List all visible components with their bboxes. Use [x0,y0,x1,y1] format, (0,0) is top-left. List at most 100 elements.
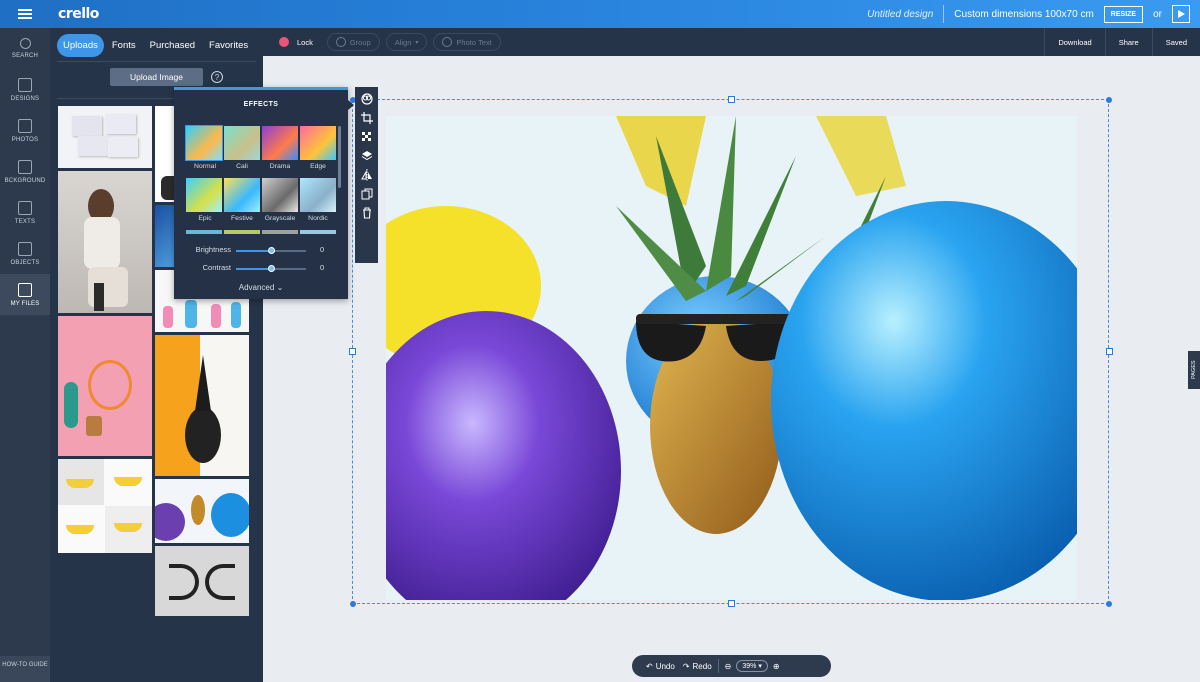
rail-item-texts[interactable]: TEXTS [0,192,50,233]
resize-handle-right[interactable] [1106,348,1113,355]
photo-text-button[interactable]: Photo Text [433,33,501,51]
panel-tabs: Uploads Fonts Purchased Favorites [50,28,263,62]
upload-thumbnail-dark-pineapple[interactable] [155,335,249,476]
rail-item-photos[interactable]: PHOTOS [0,110,50,151]
filter-nordic[interactable] [300,178,336,212]
photo-text-label: Photo Text [456,37,492,47]
undo-label: Undo [655,661,675,671]
resize-button[interactable]: RESIZE [1103,5,1144,23]
tab-favorites[interactable]: Favorites [203,34,254,57]
upload-thumbnail-cards[interactable] [58,106,152,168]
upload-thumbnail-bananas[interactable] [58,459,152,553]
chevron-down-icon: ⌄ [276,283,284,292]
filter-drama[interactable] [262,126,298,160]
resize-handle-top-right[interactable] [1106,97,1112,103]
share-button[interactable]: Share [1104,28,1152,56]
menu-icon[interactable] [0,0,50,28]
filter-more[interactable] [262,230,298,234]
element-tools [355,87,378,263]
tabs-divider [57,61,256,62]
zoom-select[interactable]: 39% ▾ [736,660,768,672]
crello-editor: crello Untitled design Custom dimensions… [0,0,1200,682]
contrast-slider[interactable] [236,265,306,272]
brightness-label: Brightness [195,245,231,254]
effects-popup: EFFECTS Normal Cali Drama Edge Epic Fest… [174,87,354,299]
app-logo[interactable]: crello [58,6,99,22]
pages-tab[interactable]: PAGES [1188,351,1200,389]
tab-uploads[interactable]: Uploads [57,33,104,57]
rail-label: MY FILES [10,300,40,307]
how-to-guide-button[interactable]: HOW-TO GUIDE [0,656,50,682]
zoom-out-icon[interactable]: ⊖ [725,662,732,671]
rail-item-designs[interactable]: DESIGNS [0,69,50,110]
redo-button[interactable]: ↷ Redo [683,662,712,671]
toolbar-right: Download Share Saved [1044,28,1200,56]
resize-handle-top[interactable] [728,96,735,103]
resize-handle-bottom[interactable] [728,600,735,607]
advanced-label: Advanced [238,283,275,292]
resize-handle-bottom-right[interactable] [1106,601,1112,607]
brightness-slider[interactable] [236,247,306,254]
effects-title: EFFECTS [243,101,279,108]
search-icon [19,38,31,49]
advanced-toggle[interactable]: Advanced ⌄ [174,283,348,292]
filter-more[interactable] [186,230,222,234]
group-button[interactable]: Group [326,33,380,51]
lock-label: Lock [297,37,313,47]
resize-handle-bottom-left[interactable] [350,601,356,607]
rail-item-my-files[interactable]: MY FILES [0,274,50,315]
rail-label: BCKGROUND [4,177,46,184]
divider [717,659,719,673]
upload-thumbnail-pink-room[interactable] [58,316,152,456]
filter-more[interactable] [300,230,336,234]
brightness-slider-knob[interactable] [268,247,275,254]
crop-icon[interactable] [360,112,373,124]
filter-more[interactable] [224,230,260,234]
help-icon[interactable]: ? [211,71,223,83]
redo-label: Redo [692,661,712,671]
filter-festive[interactable] [224,178,260,212]
rail-label: OBJECTS [10,259,40,266]
filter-grayscale[interactable] [262,178,298,212]
upload-image-button[interactable]: Upload Image [110,68,203,86]
filter-cali[interactable] [224,126,260,160]
rail-item-objects[interactable]: OBJECTS [0,233,50,274]
copy-icon[interactable] [361,188,373,200]
rail-item-background[interactable]: BCKGROUND [0,151,50,192]
upload-row: Upload Image ? [110,68,223,86]
tab-purchased[interactable]: Purchased [144,34,201,57]
upload-thumbnail-woman[interactable] [58,171,152,313]
filters-scrollbar[interactable] [338,126,341,188]
selection-box[interactable] [352,99,1109,604]
flip-icon[interactable] [360,169,373,181]
filter-normal[interactable] [185,125,223,161]
transparency-icon[interactable] [361,131,373,143]
resize-handle-left[interactable] [349,348,356,355]
tab-fonts[interactable]: Fonts [106,34,142,57]
filter-edge[interactable] [300,126,336,160]
design-title[interactable]: Untitled design [867,9,933,20]
contrast-slider-knob[interactable] [268,265,275,272]
popup-arrow [348,100,354,110]
align-button[interactable]: Align ▾ [385,33,428,51]
align-label: Align [394,37,412,47]
download-button[interactable]: Download [1044,28,1104,56]
my-files-icon [18,282,32,297]
contrast-slider-row: Contrast 0 [174,263,348,275]
dimensions-label: Custom dimensions 100x70 cm [954,8,1094,20]
play-button[interactable] [1172,5,1190,23]
rail-label: DESIGNS [10,95,40,102]
zoom-in-icon[interactable]: ⊕ [773,662,780,671]
lock-button[interactable]: Lock [271,33,321,51]
edit-toolbar: Lock Group Align ▾ Photo Text Download S… [263,28,1200,56]
upload-thumbnail-handles[interactable] [155,546,249,616]
effects-icon[interactable] [360,93,373,105]
trash-icon[interactable] [361,207,373,219]
undo-icon: ↶ [646,661,653,671]
brightness-slider-row: Brightness 0 [174,245,348,257]
undo-button[interactable]: ↶ Undo [646,662,675,671]
layers-icon[interactable] [361,150,373,162]
rail-item-search[interactable]: SEARCH [0,28,50,69]
upload-thumbnail-party[interactable] [155,479,249,543]
filter-epic[interactable] [186,178,222,212]
